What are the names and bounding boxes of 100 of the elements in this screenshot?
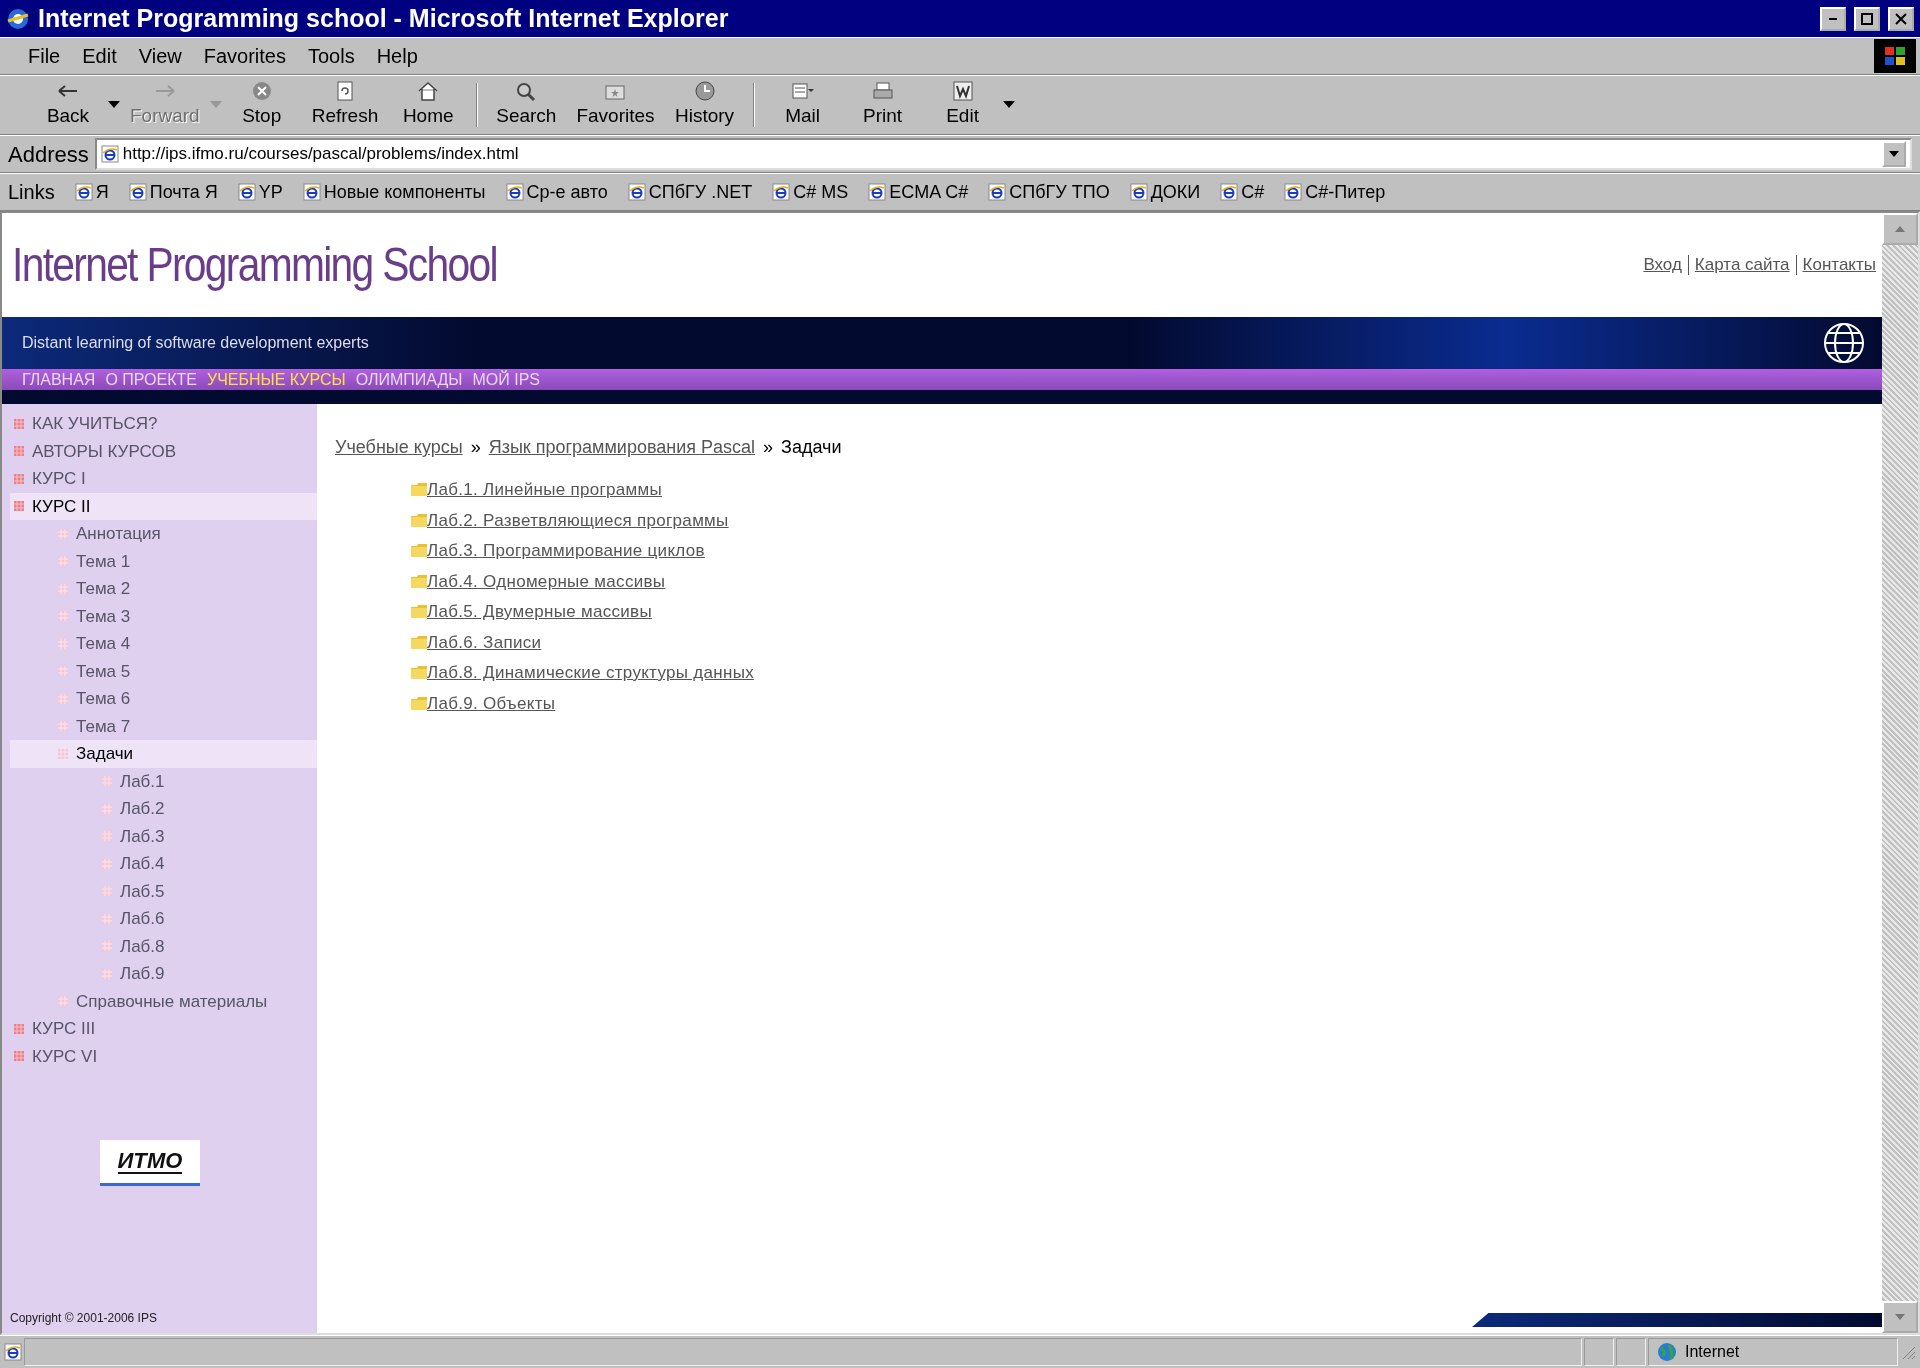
sidebar-item[interactable]: КУРС III [10, 1015, 317, 1043]
menu-item[interactable]: Favorites [195, 39, 294, 73]
sidebar-item[interactable]: Лаб.1 [10, 767, 317, 795]
lab-link[interactable]: Лаб.3. Программирование циклов [427, 538, 705, 564]
lab-link[interactable]: Лаб.2. Разветвляющиеся программы [427, 507, 729, 533]
bullet-icon [58, 638, 68, 649]
status-panel [1584, 1338, 1614, 1366]
sidebar-item[interactable]: Лаб.6 [10, 905, 317, 933]
sidebar-item[interactable]: Лаб.4 [10, 850, 317, 878]
sidebar-item[interactable]: АВТОРЫ КУРСОВ [10, 437, 317, 465]
lab-link[interactable]: Лаб.8. Динамические структуры данных [427, 660, 754, 686]
breadcrumb-link[interactable]: Язык программирования Pascal [488, 434, 756, 461]
link-button[interactable]: Ср-е авто [505, 178, 608, 206]
sidebar-item[interactable]: Лаб.3 [10, 822, 317, 850]
folder-icon [411, 483, 427, 497]
address-field[interactable]: http://ips.ifmo.ru/courses/pascal/problems/index.html [94, 138, 1912, 170]
breadcrumb-link[interactable]: Учебные курсы [335, 434, 463, 461]
menu-item[interactable]: File [20, 39, 69, 73]
scrollbar[interactable] [1882, 213, 1918, 1333]
toolbar-button[interactable]: Search [486, 79, 567, 131]
toolbar-button[interactable]: Home [388, 79, 469, 131]
sidebar-item[interactable]: Тема 7 [10, 712, 317, 740]
menu-item[interactable]: Tools [299, 39, 363, 73]
toolbar-button[interactable]: Edit [922, 79, 1003, 131]
menu-item[interactable]: Edit [74, 39, 125, 73]
link-button[interactable]: C# MS [772, 178, 849, 206]
sidebar-item[interactable]: КАК УЧИТЬСЯ? [10, 410, 317, 438]
lab-link[interactable]: Лаб.6. Записи [427, 629, 542, 655]
link-button[interactable]: Я [74, 178, 109, 206]
toolbar-chevron-icon [1002, 101, 1015, 109]
sidebar-item[interactable]: Лаб.5 [10, 877, 317, 905]
breadcrumb-current: Задачи [781, 436, 842, 459]
bullet-icon [102, 886, 112, 897]
tagline: Distant learning of software development experts [22, 333, 369, 353]
sidebar-item[interactable]: Тема 3 [10, 602, 317, 630]
address-label: Address [8, 140, 89, 169]
link-button[interactable]: C# [1220, 178, 1265, 206]
link-button[interactable]: СПбГУ .NET [627, 178, 753, 206]
header-link[interactable]: Вход [1643, 252, 1682, 278]
lab-link[interactable]: Лаб.9. Объекты [427, 690, 556, 716]
clock-globe-icon [692, 79, 717, 102]
folder-icon [411, 666, 427, 680]
sidebar-item[interactable]: КУРС I [10, 465, 317, 493]
logo-text: ИТМО [117, 1149, 183, 1174]
bullet-icon [102, 968, 112, 979]
folder-icon [411, 544, 427, 558]
ie-page-icon [4, 1343, 22, 1361]
menu-item[interactable]: Help [368, 39, 426, 73]
ie-page-icon [868, 183, 887, 201]
scroll-up-button[interactable] [1882, 213, 1918, 245]
bullet-icon [58, 748, 68, 759]
toolbar-button[interactable]: Favorites [566, 79, 665, 131]
toolbar-button[interactable]: Refresh [301, 79, 389, 131]
sidebar-item[interactable]: Лаб.2 [10, 795, 317, 823]
sidebar-item[interactable]: Тема 5 [10, 657, 317, 685]
sidebar-item[interactable]: Тема 2 [10, 575, 317, 603]
sidebar-item[interactable]: Тема 1 [10, 547, 317, 575]
toolbar-button[interactable]: Stop [221, 79, 302, 131]
sidebar-item[interactable]: Лаб.8 [10, 932, 317, 960]
link-button[interactable]: Почта Я [128, 178, 218, 206]
window-title: Internet Programming school - Microsoft Internet Explorer [38, 2, 730, 34]
sidebar-item[interactable]: КУРС II [10, 492, 317, 520]
sidebar-item[interactable]: Задачи [10, 740, 317, 768]
sidebar-item[interactable]: Аннотация [10, 520, 317, 548]
link-button[interactable]: СПбГУ ТПО [988, 178, 1110, 206]
link-button[interactable]: ДОКИ [1129, 178, 1201, 206]
sidebar-item[interactable]: КУРС VI [10, 1042, 317, 1070]
sidebar-item[interactable]: Справочные материалы [10, 987, 317, 1015]
bullet-icon [102, 858, 112, 869]
header-link[interactable]: Контакты [1802, 252, 1876, 278]
folder-icon [411, 635, 427, 649]
maximize-button[interactable] [1854, 6, 1880, 31]
menu-item[interactable]: View [130, 39, 190, 73]
toolbar-button[interactable]: Print [842, 79, 923, 131]
lab-link[interactable]: Лаб.5. Двумерные массивы [427, 599, 652, 625]
bullet-icon [102, 913, 112, 924]
site-title: Internet Programming School [12, 237, 497, 294]
link-button[interactable]: ECMA C# [868, 178, 969, 206]
ie-page-icon [237, 183, 256, 201]
bullet-icon [58, 556, 68, 567]
link-button[interactable]: YP [237, 178, 283, 206]
sidebar-item[interactable]: Тема 4 [10, 630, 317, 658]
bullet-icon [102, 803, 112, 814]
back-button[interactable]: Back [28, 79, 108, 131]
bullet-icon [58, 583, 68, 594]
toolbar-button[interactable]: History [664, 79, 745, 131]
sidebar-item[interactable]: Лаб.9 [10, 960, 317, 988]
lab-link[interactable]: Лаб.4. Одномерные массивы [427, 568, 666, 594]
header-link[interactable]: Карта сайта [1694, 252, 1790, 278]
minimize-button[interactable] [1820, 6, 1846, 31]
lab-link[interactable]: Лаб.1. Линейные программы [427, 477, 663, 503]
toolbar-button[interactable]: Mail [762, 79, 843, 131]
sidebar-item[interactable]: Тема 6 [10, 685, 317, 713]
close-button[interactable] [1888, 6, 1914, 31]
ie-page-icon [627, 183, 646, 201]
link-button[interactable]: Новые компоненты [302, 178, 486, 206]
scroll-down-button[interactable] [1882, 1301, 1918, 1333]
address-dropdown-button[interactable] [1882, 141, 1906, 167]
link-button[interactable]: C#-Питер [1284, 178, 1386, 206]
bullet-icon [14, 446, 24, 457]
